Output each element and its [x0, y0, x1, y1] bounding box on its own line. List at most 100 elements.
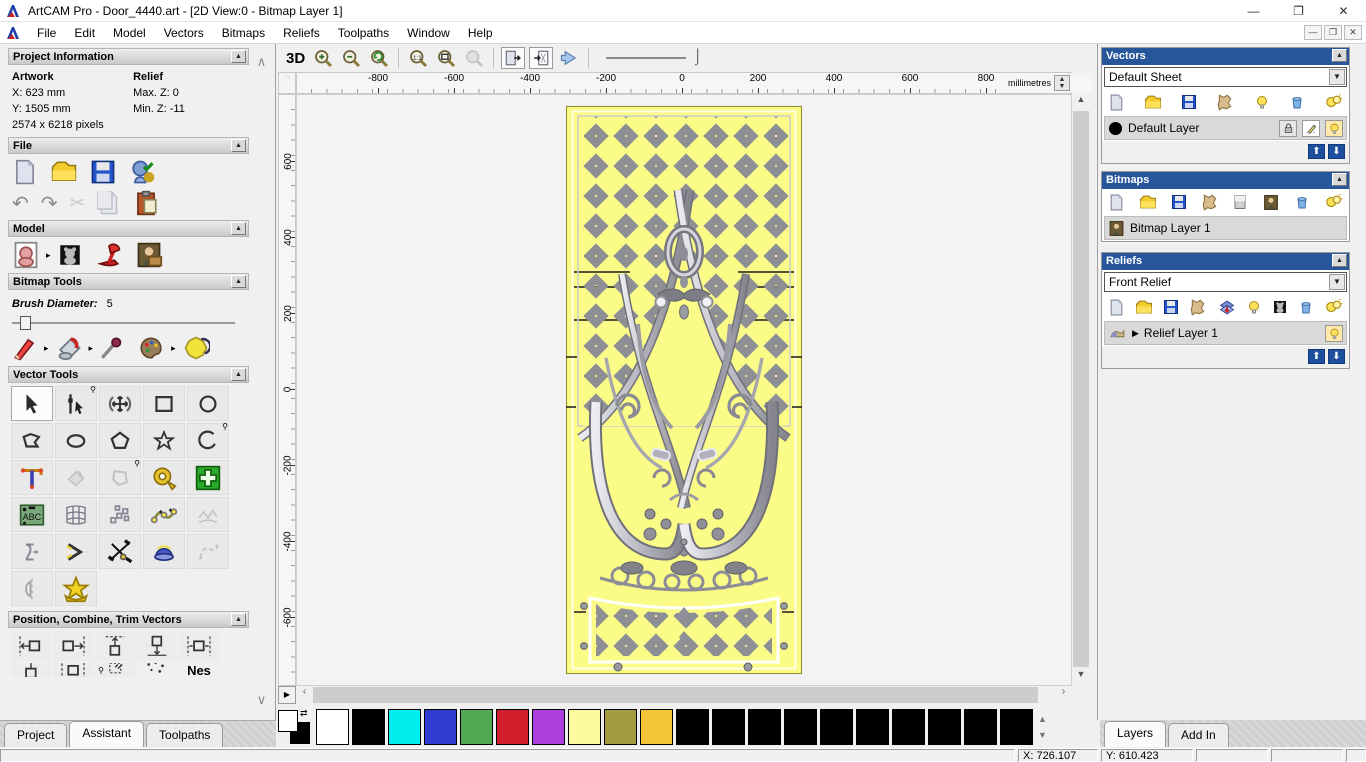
scatter-copies-tool[interactable] [137, 663, 177, 677]
align-bottom-tool[interactable] [137, 631, 177, 661]
create-arc-tool[interactable]: ⚲ [187, 422, 229, 458]
move-layer-up-button[interactable]: ⬆ [1308, 349, 1325, 364]
palette-swatch[interactable] [964, 709, 997, 745]
zoom-box-button[interactable] [434, 47, 458, 69]
scroll-up-icon[interactable]: ∧ [253, 54, 270, 71]
create-circle-tool[interactable] [187, 386, 229, 421]
palette-swatch[interactable] [712, 709, 745, 745]
flyout-arrow-icon[interactable]: ▸ [171, 343, 176, 354]
open-model-icon[interactable] [50, 159, 78, 185]
menu-item[interactable]: Window [398, 23, 459, 43]
move-layer-down-button[interactable]: ⬇ [1328, 144, 1345, 159]
palette-swatch[interactable] [604, 709, 637, 745]
transform-vectors-tool[interactable] [99, 386, 141, 421]
invert-model-icon[interactable] [57, 242, 83, 268]
undo-icon[interactable]: ↶ [12, 191, 29, 216]
move-layer-down-button[interactable]: ⬇ [1328, 349, 1345, 364]
create-polyline-tool[interactable] [11, 423, 53, 458]
primary-colour-swatch[interactable] [278, 710, 298, 732]
primary-secondary-colours[interactable]: ⇄ [278, 708, 312, 746]
save-relief-layer-icon[interactable] [1163, 299, 1179, 315]
dropdown-arrow-icon[interactable]: ▼ [1329, 274, 1345, 290]
join-vectors-tool[interactable] [55, 534, 97, 569]
brush-diameter-slider[interactable] [12, 316, 235, 330]
mdi-restore-button[interactable]: ❐ [1324, 25, 1342, 40]
palette-swatch[interactable] [892, 709, 925, 745]
paste-icon[interactable] [133, 190, 159, 216]
palette-swatch[interactable] [928, 709, 961, 745]
collapse-arrow-icon[interactable]: ▲ [1332, 173, 1347, 186]
palette-swatch[interactable] [568, 709, 601, 745]
tab-add-in[interactable]: Add In [1168, 723, 1229, 747]
merge-layers-icon[interactable] [1216, 93, 1234, 111]
menu-item[interactable]: Vectors [155, 23, 213, 43]
delete-bitmap-layer-icon[interactable] [1294, 194, 1310, 210]
preview-relief-button[interactable] [557, 47, 581, 69]
2d-view-canvas[interactable] [296, 94, 1072, 686]
palette-swatch[interactable] [856, 709, 889, 745]
copy-bitmap-icon[interactable] [1262, 194, 1280, 211]
create-text-tool[interactable] [11, 460, 53, 495]
relief-layer-row[interactable]: ▶ Relief Layer 1 [1104, 321, 1347, 345]
delete-relief-layer-icon[interactable] [1298, 299, 1314, 315]
vertical-scroll-thumb[interactable] [1073, 111, 1089, 667]
layer-name[interactable]: Default Layer [1128, 121, 1274, 135]
close-button[interactable]: ✕ [1321, 0, 1366, 22]
switch-3d-view-button[interactable]: 3D [284, 50, 307, 67]
palette-swatch[interactable] [532, 709, 565, 745]
palette-swatch[interactable] [424, 709, 457, 745]
edit-palette-icon[interactable] [137, 335, 165, 361]
tab-toolpaths[interactable]: Toolpaths [146, 723, 224, 747]
door-artwork[interactable] [566, 106, 802, 674]
create-rectangle-tool[interactable] [143, 386, 185, 421]
create-section-tool[interactable] [11, 534, 53, 569]
center-vertical-tool[interactable] [11, 663, 51, 677]
menu-item[interactable]: Help [459, 23, 502, 43]
create-polygon-tool[interactable] [99, 423, 141, 458]
load-relief-image-icon[interactable] [135, 241, 163, 269]
layer-visibility-button[interactable] [1325, 324, 1343, 342]
zoom-in-button[interactable] [311, 47, 335, 69]
create-ellipse-tool[interactable] [55, 423, 97, 458]
menu-item[interactable]: Edit [65, 23, 104, 43]
scroll-up-icon[interactable]: ▲ [1038, 714, 1047, 724]
collapse-arrow-icon[interactable]: ▲ [231, 613, 246, 626]
slider-handle[interactable]: ⌡ [693, 48, 702, 65]
new-bitmap-layer-icon[interactable] [1108, 194, 1125, 211]
select-vectors-tool[interactable] [11, 386, 53, 421]
layer-name[interactable]: Relief Layer 1 [1144, 326, 1320, 340]
dropdown-arrow-icon[interactable]: ▼ [1329, 69, 1345, 85]
tab-layers[interactable]: Layers [1104, 721, 1167, 747]
colour-doctor-icon[interactable] [182, 334, 210, 362]
toggle-vector-view-button[interactable] [529, 47, 554, 69]
menu-item[interactable]: Bitmaps [213, 23, 274, 43]
mdi-minimize-button[interactable]: — [1304, 25, 1322, 40]
vertical-scrollbar[interactable]: ▲ ▼ [1072, 94, 1090, 686]
create-star-tool[interactable] [143, 423, 185, 458]
tab-assistant[interactable]: Assistant [69, 721, 145, 747]
block-copy-tool[interactable]: ⚲ [95, 663, 135, 677]
collapse-arrow-icon[interactable]: ▲ [231, 275, 246, 288]
palette-swatch[interactable] [676, 709, 709, 745]
paste-along-curve-tool[interactable] [99, 497, 141, 532]
palette-swatch[interactable] [784, 709, 817, 745]
slider-handle[interactable] [20, 316, 31, 330]
scroll-down-icon[interactable]: ▼ [1072, 669, 1090, 686]
scroll-right-icon[interactable]: › [1055, 686, 1072, 704]
all-reliefs-visibility-icon[interactable] [1324, 298, 1343, 316]
collapse-arrow-icon[interactable]: ▲ [231, 222, 246, 235]
expander-icon[interactable]: ▶ [1132, 328, 1139, 339]
layer-visibility-button[interactable] [1325, 119, 1343, 137]
zoom-1to1-button[interactable]: 1:1 [406, 47, 430, 69]
flyout-arrow-icon[interactable]: ▸ [46, 250, 51, 261]
save-bitmap-layer-icon[interactable] [1171, 194, 1187, 210]
greyscale-bitmap-icon[interactable] [1232, 194, 1248, 210]
vector-wizard-tool[interactable] [55, 571, 97, 606]
open-vector-layer-icon[interactable] [1144, 94, 1162, 111]
scroll-up-icon[interactable]: ▲ [1072, 94, 1090, 111]
trim-vectors-tool[interactable] [99, 534, 141, 569]
envelope-distortion-tool[interactable] [55, 497, 97, 532]
restore-button[interactable]: ❐ [1276, 0, 1321, 22]
delete-layer-icon[interactable] [1289, 94, 1305, 110]
open-relief-layer-icon[interactable] [1135, 299, 1153, 316]
